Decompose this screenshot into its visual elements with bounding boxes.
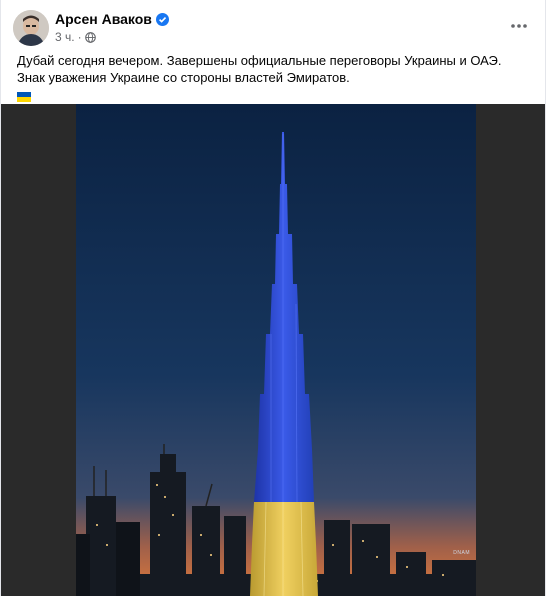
author-line: Арсен Аваков <box>55 11 169 27</box>
meta-separator: · <box>77 30 82 44</box>
globe-icon[interactable] <box>84 31 96 43</box>
more-options-icon <box>511 15 527 33</box>
avatar[interactable] <box>13 10 49 46</box>
verified-badge-icon <box>155 12 169 26</box>
post-timestamp[interactable]: 3 ч. <box>55 30 75 44</box>
burj-khalifa-photo[interactable]: DNAM <box>76 104 476 596</box>
more-options-button[interactable] <box>505 10 533 38</box>
post-text-line-1: Дубай сегодня вечером. Завершены официал… <box>17 53 502 68</box>
author-name[interactable]: Арсен Аваков <box>55 11 152 27</box>
facebook-post: Арсен Аваков 3 ч. · Дубай сегодня вечеро… <box>0 0 546 596</box>
post-header: Арсен Аваков 3 ч. · <box>13 10 533 46</box>
post-text-line-2: Знак уважения Украине со стороны властей… <box>17 70 350 85</box>
post-meta: 3 ч. · <box>55 30 96 44</box>
post-media[interactable]: DNAM <box>1 104 545 596</box>
photo-watermark: DNAM <box>453 550 470 556</box>
ukraine-flag-icon <box>17 89 31 102</box>
post-text: Дубай сегодня вечером. Завершены официал… <box>17 52 529 106</box>
